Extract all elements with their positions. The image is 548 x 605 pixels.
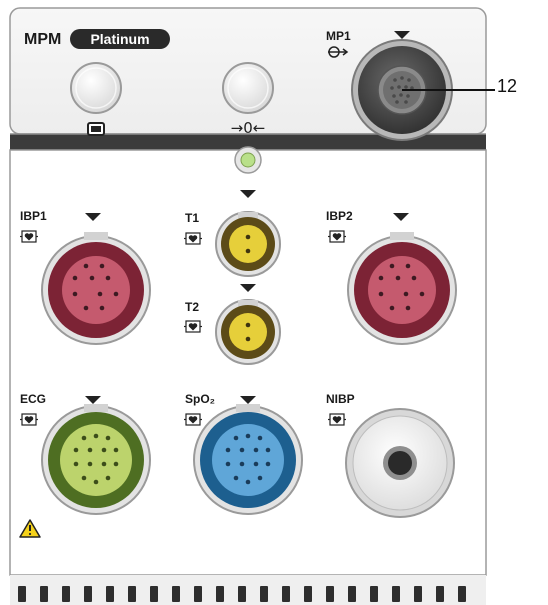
t2-label: T2 [185, 300, 199, 314]
heart-icon [183, 232, 203, 245]
module-diagram: MPM Platinum →0← MP1 IBP1 T1 T2 IBP2 ECG… [9, 7, 495, 605]
nibp-label: NIBP [326, 392, 355, 406]
heart-icon [19, 413, 39, 426]
ibp1-label: IBP1 [20, 209, 47, 223]
ibp2-label: IBP2 [326, 209, 353, 223]
callout-number: 12 [497, 76, 518, 96]
heart-icon [183, 413, 203, 426]
heart-icon [19, 230, 39, 243]
zero-symbol: →0← [231, 119, 266, 137]
display-button[interactable] [70, 62, 122, 114]
heart-icon [183, 320, 203, 333]
brand-label: MPM [24, 31, 61, 48]
spo2-label: SpO₂ [185, 392, 215, 406]
vent-slots [10, 575, 486, 605]
t1-label: T1 [185, 211, 199, 225]
heart-icon [327, 230, 347, 243]
heart-icon [327, 413, 347, 426]
ecg-label: ECG [20, 392, 46, 406]
mp1-label: MP1 [326, 29, 351, 43]
zero-button[interactable] [222, 62, 274, 114]
model-badge-label: Platinum [90, 31, 149, 47]
